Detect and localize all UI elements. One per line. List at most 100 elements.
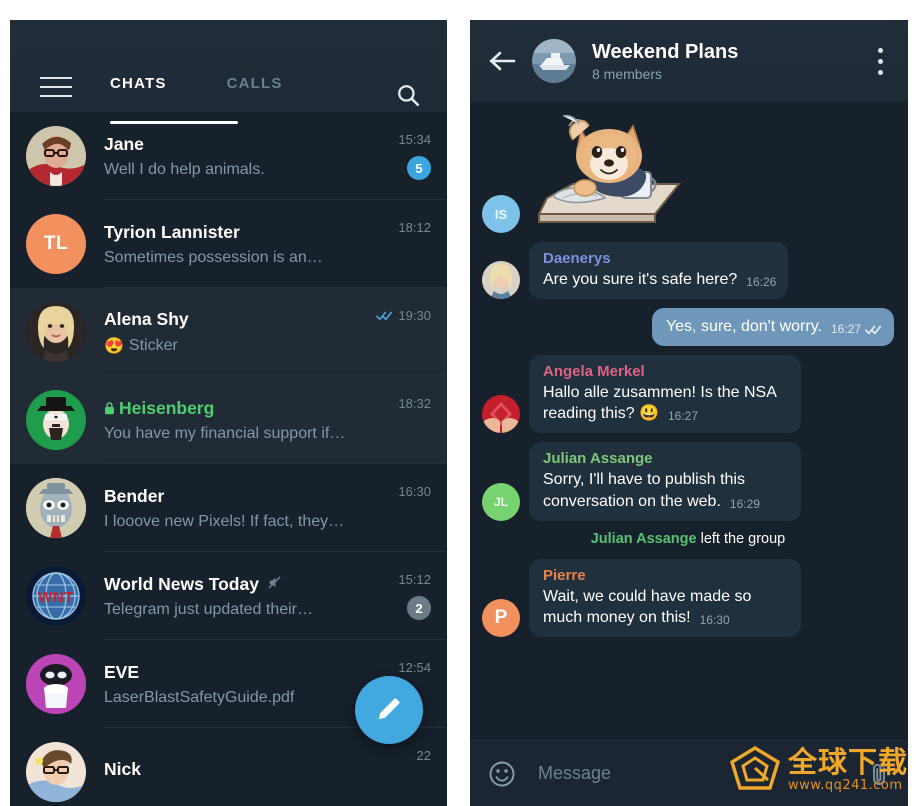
chat-name: World News Today — [104, 574, 282, 595]
chat-item-title-row: Alena Shy — [104, 309, 370, 330]
outgoing-message-bubble[interactable]: Yes, sure, don't worry. 16:27 — [651, 308, 894, 347]
avatar[interactable] — [26, 302, 86, 362]
chat-name: Jane — [104, 133, 144, 154]
kebab-menu-icon[interactable] — [878, 48, 884, 75]
chat-name: Nick — [104, 758, 141, 779]
screenshot-stage: CHATS CALLS Jane Well I do help animals. 1… — [0, 0, 918, 806]
chat-item-meta: 16:30 — [398, 484, 431, 499]
chat-item-title-row: EVE — [104, 662, 392, 683]
avatar[interactable] — [482, 395, 520, 434]
paperclip-icon[interactable] — [868, 761, 890, 787]
chat-item-body: Bender I looove new Pixels! If fact, they… — [104, 486, 398, 531]
chat-item-meta: 12:54 — [398, 660, 431, 675]
chat-timestamp: 18:12 — [398, 220, 431, 235]
chat-preview-message: Well I do help animals. — [104, 160, 265, 178]
chat-name: Bender — [104, 485, 165, 506]
avatar[interactable]: JL — [482, 482, 520, 521]
message-timestamp: 16:27 — [831, 322, 882, 336]
arrow-left-icon[interactable] — [488, 50, 516, 72]
tab-calls[interactable]: CALLS — [227, 75, 283, 92]
chat-item-meta: 15:34 5 — [398, 132, 431, 180]
chat-timestamp: 15:12 — [398, 572, 431, 587]
unread-badge: 2 — [407, 596, 431, 620]
chat-item-body: Jane Well I do help animals. — [104, 134, 398, 179]
chat-list-item[interactable]: TL Tyrion Lannister Sometimes possession i… — [10, 200, 447, 288]
emoji-icon: 😍 — [104, 337, 124, 355]
tab-chats[interactable]: CHATS — [110, 75, 167, 92]
conversation-subtitle: 8 members — [592, 65, 663, 82]
svg-text:WNT: WNT — [38, 589, 74, 606]
message-timestamp: 16:27 — [667, 409, 699, 424]
conversation-title-block[interactable]: Weekend Plans 8 members — [592, 41, 878, 82]
message-sender-name[interactable]: Julian Assange — [543, 450, 789, 467]
message-timestamp: 16:29 — [729, 496, 760, 511]
message-row: JL Julian Assange Sorry, I'll have to publ… — [482, 442, 894, 521]
avatar[interactable] — [26, 390, 86, 450]
message-row: Angela Merkel Hallo alle zusammen! Is the… — [482, 355, 894, 434]
avatar[interactable] — [26, 478, 86, 538]
chat-name: Alena Shy — [104, 308, 189, 329]
avatar[interactable]: WNT — [26, 566, 86, 626]
avatar[interactable] — [26, 654, 86, 714]
message-row: P Pierre Wait, we could have made so much … — [482, 558, 894, 637]
chat-name: EVE — [104, 661, 140, 682]
chat-item-title-row: Bender — [104, 486, 392, 507]
chat-item-meta: 22 — [417, 748, 431, 763]
message-input-placeholder: Message — [538, 763, 612, 783]
chat-item-body: Nick — [104, 759, 417, 786]
chat-preview-message: Telegram just updated their… — [104, 600, 313, 618]
chat-list-item[interactable]: WNT World News Today Telegram just updated… — [10, 552, 447, 640]
incoming-message-bubble[interactable]: Pierre Wait, we could have made so much m… — [529, 558, 801, 637]
message-list: IS Daenerys Are you sure it's safe here? 16… — [470, 102, 908, 758]
incoming-message-bubble[interactable]: Angela Merkel Hallo alle zusammen! Is the… — [529, 355, 801, 434]
chat-item-body: Tyrion Lannister Sometimes possession is … — [104, 222, 398, 267]
message-timestamp: 16:26 — [746, 275, 777, 289]
chat-item-title-row: Tyrion Lannister — [104, 222, 392, 243]
incoming-message-bubble[interactable]: Julian Assange Sorry, I'll have to publis… — [529, 442, 801, 521]
message-sender-name[interactable]: Pierre — [543, 567, 789, 584]
chat-item-meta: 18:32 — [398, 396, 431, 411]
chat-list-item[interactable]: Bender I looove new Pixels! If fact, they… — [10, 464, 447, 552]
chat-name: Tyrion Lannister — [104, 221, 240, 242]
message-text: Yes, sure, don't worry. — [665, 318, 822, 336]
service-message-user: Julian Assange — [590, 530, 697, 547]
chat-item-meta: 19:30 — [376, 308, 431, 323]
avatar[interactable] — [26, 126, 86, 186]
conversation-panel: Weekend Plans 8 members IS Daenerys Are yo… — [470, 20, 908, 806]
chat-list-item[interactable]: Heisenberg You have my financial support … — [10, 376, 447, 464]
incoming-message-bubble[interactable]: Daenerys Are you sure it's safe here? 16:2… — [529, 242, 789, 300]
pencil-icon — [378, 698, 400, 720]
message-sender-name[interactable]: Daenerys — [543, 250, 776, 267]
chat-list-item[interactable]: Alena Shy 😍 Sticker 19:30 — [10, 288, 447, 376]
message-sender-name[interactable]: Angela Merkel — [543, 363, 789, 380]
chat-item-title-row: Jane — [104, 134, 392, 155]
chat-timestamp: 12:54 — [398, 660, 431, 675]
sticker-message[interactable] — [529, 110, 689, 233]
shiba-inu-at-desk-sticker[interactable] — [529, 110, 689, 228]
avatar[interactable] — [26, 742, 86, 802]
chat-item-title-row: Nick — [104, 759, 411, 780]
lock-icon — [105, 401, 114, 414]
hamburger-menu-icon[interactable] — [40, 77, 72, 97]
message-text: Sorry, I'll have to publish this convers… — [543, 471, 745, 510]
avatar[interactable]: P — [482, 598, 520, 637]
chat-name: Heisenberg — [104, 398, 214, 419]
group-avatar[interactable] — [532, 39, 576, 83]
chat-item-title-row: World News Today — [104, 574, 392, 595]
search-icon[interactable] — [395, 82, 421, 108]
chat-item-title-row: Heisenberg — [104, 398, 392, 419]
message-text: Hallo alle zusammen! Is the NSA reading … — [543, 384, 776, 423]
chat-item-body: World News Today Telegram just updated th… — [104, 574, 398, 619]
unread-badge: 5 — [407, 156, 431, 180]
chat-item-body: Heisenberg You have my financial support … — [104, 398, 398, 443]
smiley-icon[interactable] — [488, 760, 516, 788]
chat-preview-message: Sometimes possession is an… — [104, 248, 323, 266]
compose-fab-button[interactable] — [355, 676, 423, 744]
message-row: IS — [482, 110, 894, 233]
chat-list-item[interactable]: Jane Well I do help animals. 15:34 5 — [10, 112, 447, 200]
chat-preview-message: You have my financial support if… — [104, 424, 346, 442]
message-text: Are you sure it's safe here? — [543, 271, 738, 288]
avatar[interactable]: IS — [482, 195, 520, 233]
avatar[interactable] — [482, 261, 520, 300]
avatar[interactable]: TL — [26, 214, 86, 274]
